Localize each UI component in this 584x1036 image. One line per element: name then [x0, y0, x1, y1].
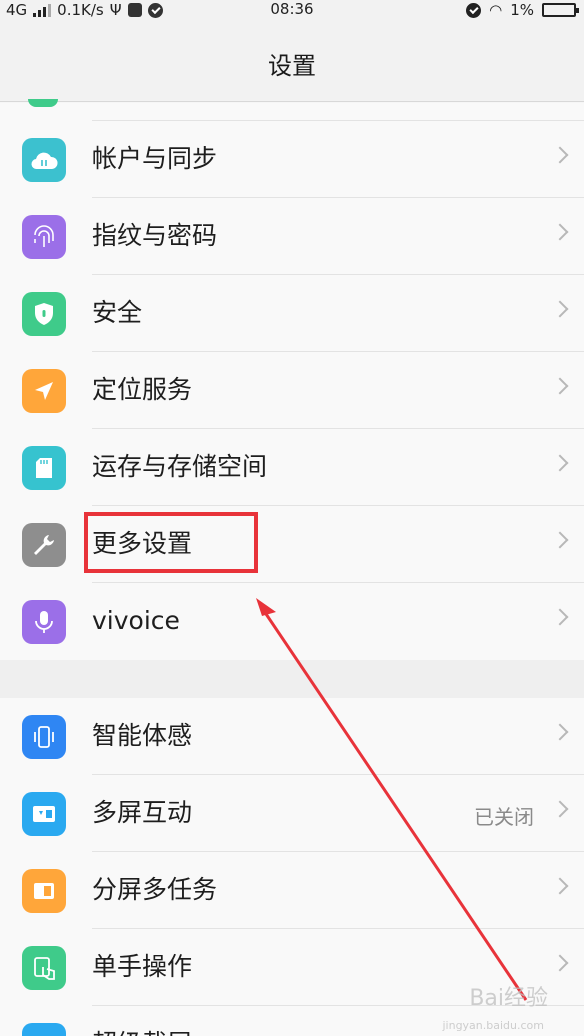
annotation-arrow [256, 598, 528, 1001]
watermark-url: jingyan.baidu.com [442, 1019, 544, 1032]
watermark-logo: Bai经验 [469, 986, 548, 1011]
